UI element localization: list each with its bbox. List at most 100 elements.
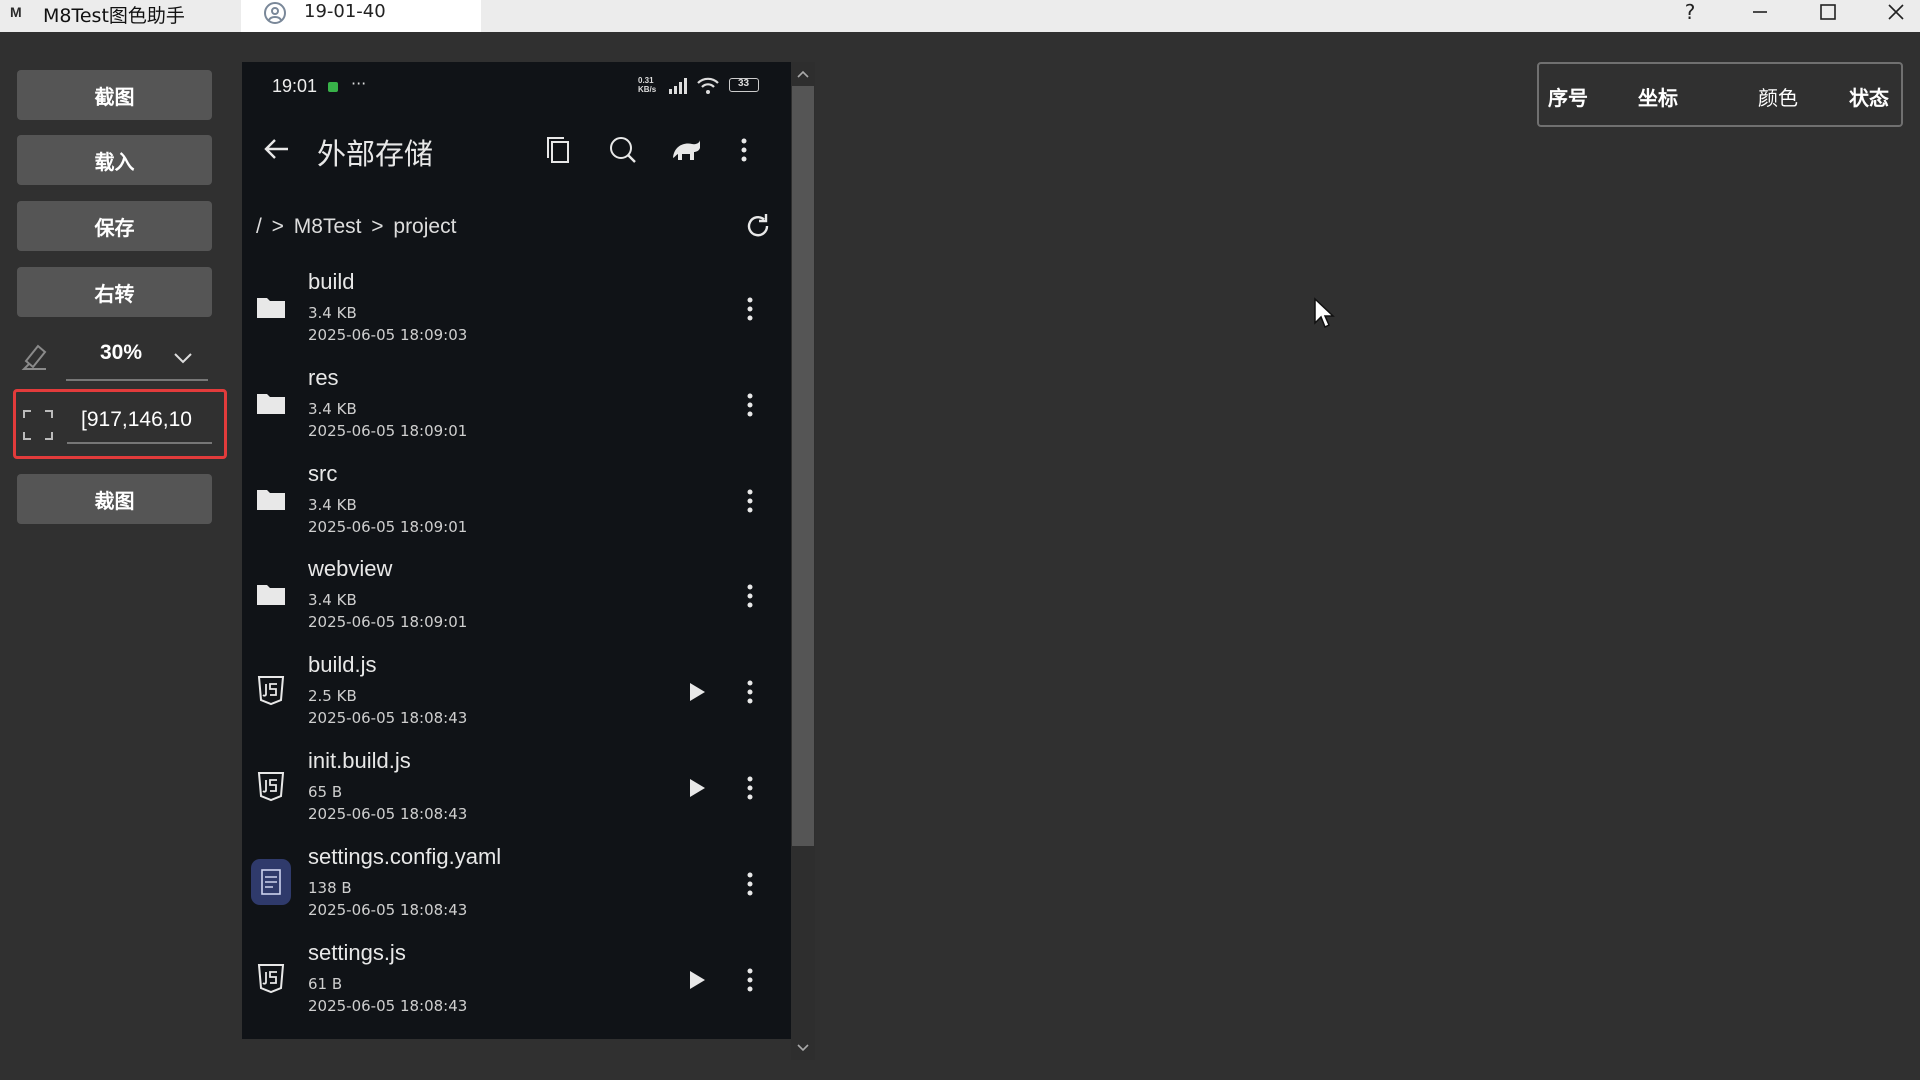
close-button[interactable] — [1876, 0, 1916, 24]
file-row[interactable]: build.js 2.5 KB 2025-06-05 18:08:43 — [242, 650, 791, 746]
crop-frame-icon — [23, 410, 53, 440]
file-size: 3.4 KB — [308, 304, 357, 322]
file-row[interactable]: init.build.js 65 B 2025-06-05 18:08:43 — [242, 746, 791, 842]
notification-icon — [328, 82, 338, 92]
search-icon[interactable] — [607, 134, 639, 166]
image-icon — [264, 2, 286, 24]
file-name: build — [308, 269, 355, 294]
file-more-icon[interactable] — [746, 678, 754, 706]
js-file-icon — [257, 772, 285, 802]
crop-button[interactable]: 裁图 — [17, 474, 212, 524]
file-row[interactable]: build 3.4 KB 2025-06-05 18:09:03 — [242, 267, 791, 363]
back-arrow-icon[interactable] — [262, 134, 292, 164]
file-name: webview — [308, 556, 393, 582]
file-more-icon[interactable] — [746, 774, 754, 802]
folder-icon — [257, 489, 285, 510]
file-size: 3.4 KB — [308, 399, 357, 418]
net-speed: 0.31 KB/s — [638, 76, 656, 94]
file-date: 2025-06-05 18:09:01 — [308, 613, 468, 632]
page-title: 外部存储 — [317, 137, 434, 171]
file-row[interactable]: src 3.4 KB 2025-06-05 18:09:01 — [242, 459, 791, 555]
file-more-icon[interactable] — [746, 391, 754, 419]
tab-screenshot[interactable]: 19-01-40 — [241, 0, 481, 32]
folder-icon — [257, 298, 285, 318]
elephant-icon[interactable] — [670, 134, 702, 166]
file-size: 61 B — [308, 974, 343, 993]
file-size: 3.4 KB — [308, 495, 357, 514]
folder-icon — [257, 393, 285, 414]
status-time: 19:01 — [272, 76, 318, 96]
file-size: 3.4 KB — [308, 591, 357, 610]
coord-field-box: [917,146,10 — [13, 389, 227, 459]
copy-icon[interactable] — [542, 134, 574, 166]
file-size: 2.5 KB — [308, 687, 357, 706]
file-more-icon[interactable] — [746, 966, 754, 994]
battery-level: 33 — [737, 78, 750, 89]
coord-input[interactable]: [917,146,10 — [67, 400, 212, 444]
battery-icon: 33 — [729, 78, 759, 92]
refresh-icon[interactable] — [744, 212, 772, 240]
tab-label: 19-01-40 — [304, 1, 386, 22]
file-date: 2025-06-05 18:09:01 — [308, 517, 468, 536]
file-date: 2025-06-05 18:09:01 — [308, 421, 468, 440]
file-name: src — [308, 460, 338, 486]
mouse-cursor-icon — [1314, 297, 1335, 329]
minimize-icon — [1753, 11, 1767, 13]
file-more-icon[interactable] — [746, 870, 754, 898]
save-button[interactable]: 保存 — [17, 201, 212, 251]
wifi-icon — [697, 77, 719, 94]
file-date: 2025-06-05 18:09:03 — [308, 326, 468, 344]
folder-icon — [257, 585, 285, 606]
net-speed-unit: KB/s — [638, 85, 657, 94]
more-menu-icon[interactable] — [734, 134, 754, 166]
minimize-button[interactable] — [1740, 0, 1780, 24]
scrollbar[interactable] — [791, 62, 815, 1060]
capture-button[interactable]: 截图 — [17, 70, 212, 120]
file-date: 2025-06-05 18:08:43 — [308, 996, 468, 1015]
file-row[interactable]: settings.js 61 B 2025-06-05 18:08:43 — [242, 938, 791, 1034]
load-button[interactable]: 载入 — [17, 135, 212, 185]
signal-icon — [669, 78, 687, 94]
file-row[interactable]: webview 3.4 KB 2025-06-05 18:09:01 — [242, 554, 791, 650]
chevron-down-icon — [174, 353, 192, 364]
scroll-down-arrow-icon[interactable] — [791, 1036, 815, 1060]
help-button[interactable]: ? — [1670, 0, 1710, 24]
net-speed-value: 0.31 — [638, 76, 654, 85]
column-index[interactable]: 序号 — [1548, 82, 1588, 111]
maximize-button[interactable] — [1808, 0, 1848, 24]
play-icon[interactable] — [684, 776, 708, 800]
rotate-right-button[interactable]: 右转 — [17, 267, 212, 317]
file-more-icon[interactable] — [746, 582, 754, 610]
maximize-icon — [1820, 4, 1836, 20]
column-color[interactable]: 颜色 — [1758, 82, 1798, 111]
js-file-icon — [257, 676, 285, 706]
result-table-header: 序号 坐标 颜色 状态 — [1537, 62, 1903, 127]
scrollbar-thumb[interactable] — [792, 86, 814, 846]
zoom-value: 30% — [100, 341, 143, 364]
app-logo: M — [10, 4, 22, 20]
play-icon[interactable] — [684, 968, 708, 992]
eraser-icon — [21, 344, 47, 370]
file-more-icon[interactable] — [746, 295, 754, 323]
js-file-icon — [257, 963, 285, 993]
column-coord[interactable]: 坐标 — [1638, 82, 1678, 111]
file-row[interactable]: settings.config.yaml 138 B 2025-06-05 18:0… — [242, 842, 791, 938]
app-title: M8Test图色助手 — [43, 5, 185, 27]
yaml-file-icon — [251, 858, 291, 905]
file-row[interactable]: res 3.4 KB 2025-06-05 18:09:01 — [242, 363, 791, 459]
status-more: ··· — [351, 74, 367, 93]
title-bar: M M8Test图色助手 19-01-40 ? — [0, 0, 1920, 32]
coord-value: [917,146,10 — [81, 408, 192, 431]
file-size: 65 B — [308, 783, 343, 801]
breadcrumb[interactable]: / > M8Test > project — [256, 215, 456, 239]
scroll-up-arrow-icon[interactable] — [791, 62, 815, 86]
zoom-select[interactable]: 30% — [66, 337, 208, 381]
phone-screen[interactable]: 19:01 ··· 0.31 KB/s 33 外部存储 / > M8Test >… — [242, 62, 791, 1039]
file-more-icon[interactable] — [746, 487, 754, 515]
status-icons: 0.31 KB/s 33 — [638, 76, 778, 96]
play-icon[interactable] — [684, 680, 708, 704]
file-name: settings.config.yaml — [308, 843, 502, 869]
file-date: 2025-06-05 18:08:43 — [308, 805, 468, 823]
file-size: 138 B — [308, 878, 352, 897]
column-status[interactable]: 状态 — [1849, 82, 1889, 111]
